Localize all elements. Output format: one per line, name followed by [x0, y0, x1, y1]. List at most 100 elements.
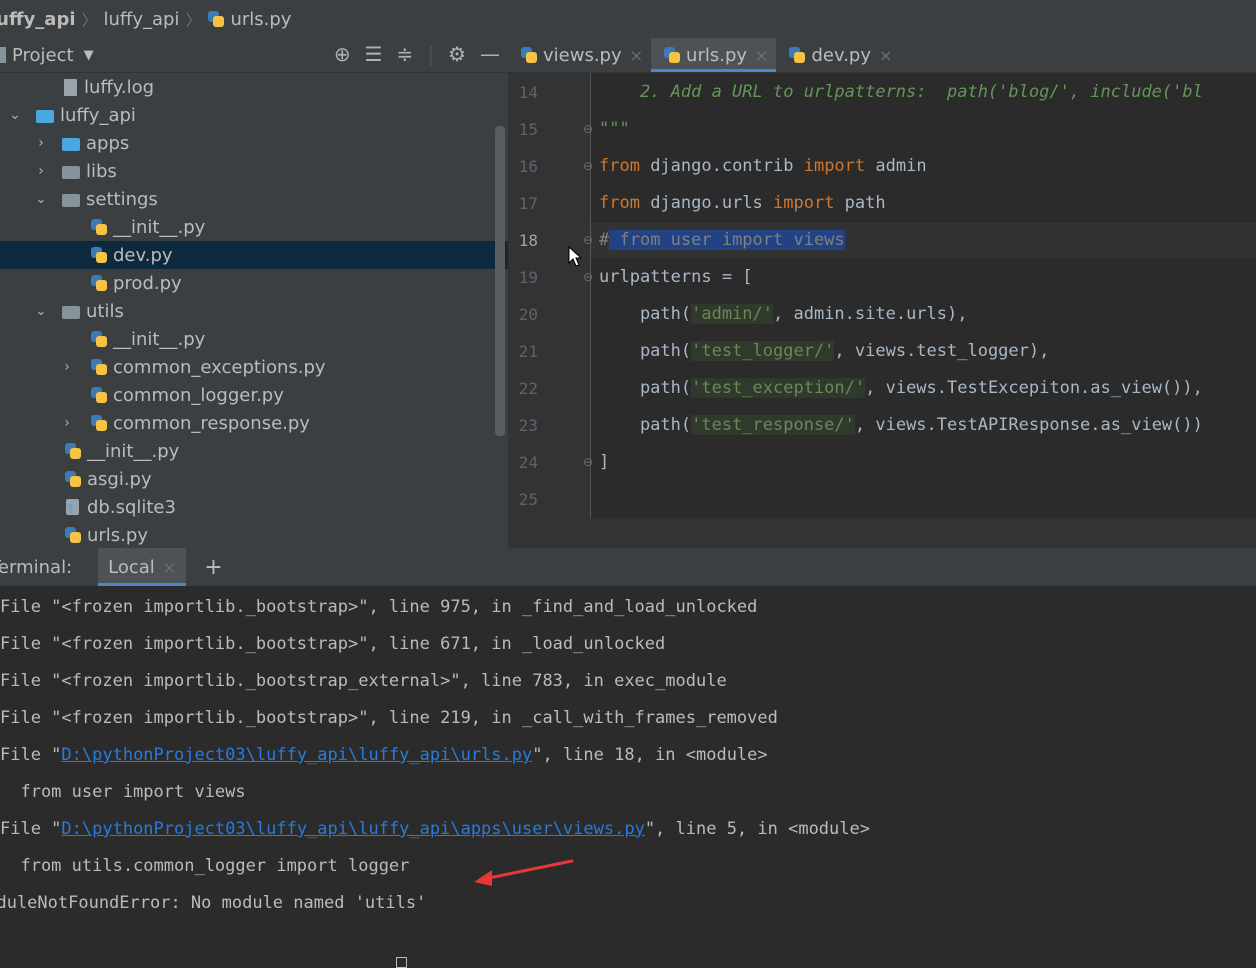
tree-item[interactable]: urls.py [0, 521, 508, 548]
tree-item-label: db.sqlite3 [87, 496, 176, 518]
python-file-icon [90, 330, 108, 348]
terminal-text: ", line 5, in <module> [644, 819, 870, 839]
chevron-right-icon: 〉 [185, 11, 202, 30]
terminal-header: Terminal: Local × + [0, 548, 1256, 586]
tab-label: views.py [543, 44, 622, 66]
code-string: 'admin/' [691, 304, 774, 324]
chevron-down-icon[interactable]: ⌄ [32, 303, 50, 319]
minimize-icon[interactable]: — [480, 42, 500, 66]
gear-icon[interactable]: ⚙ [448, 42, 466, 66]
chevron-down-icon[interactable]: ⌄ [6, 107, 24, 123]
tree-item-label: luffy.log [84, 76, 155, 98]
tree-item[interactable]: ⌄ utils [0, 297, 508, 325]
tree-item-label: luffy_api [60, 104, 136, 126]
tab-views-py[interactable]: views.py × [508, 38, 651, 72]
project-scrollbar[interactable] [495, 126, 505, 436]
breadcrumb-item[interactable]: urls.py [207, 9, 291, 30]
file-path-link[interactable]: D:\pythonProject03\luffy_api\luffy_api\u… [61, 745, 532, 765]
project-icon [0, 47, 6, 63]
file-path-link[interactable]: D:\pythonProject03\luffy_api\luffy_api\a… [61, 819, 644, 839]
tree-item[interactable]: ⌄ luffy_api [0, 101, 508, 129]
fold-marker-icon[interactable]: ⊖ [583, 159, 595, 173]
tab-label: dev.py [811, 44, 872, 66]
line-number: 18 [518, 231, 538, 250]
tree-item[interactable]: ⌄ settings [0, 185, 508, 213]
folder-icon [62, 165, 80, 179]
tree-item[interactable]: __init__.py [0, 325, 508, 353]
tab-urls-py[interactable]: urls.py × [651, 38, 777, 72]
code-comment: # [599, 230, 610, 250]
tree-item[interactable]: luffy.log [0, 73, 508, 101]
expand-all-icon[interactable]: ☰ [365, 42, 383, 66]
chevron-down-icon[interactable]: ⌄ [32, 191, 50, 207]
python-file-icon [90, 218, 108, 236]
terminal-label: Terminal: [0, 556, 73, 578]
tree-item[interactable]: __init__.py [0, 213, 508, 241]
terminal-text: File " [0, 819, 62, 839]
tree-item[interactable]: dev.py [0, 241, 508, 269]
python-file-icon [90, 358, 108, 376]
close-icon[interactable]: × [630, 46, 643, 65]
line-number: 15 [518, 120, 538, 139]
tree-item[interactable]: › common_exceptions.py [0, 353, 508, 381]
code-line: # from user import views [599, 230, 845, 250]
tree-item[interactable]: › common_response.py [0, 409, 508, 437]
code-line: from django.urls import path [599, 193, 886, 213]
tree-item-label: common_logger.py [113, 384, 284, 406]
tree-item[interactable]: prod.py [0, 269, 508, 297]
fold-marker-icon[interactable]: ⊖ [583, 122, 595, 136]
collapse-all-icon[interactable]: ≑ [397, 42, 414, 66]
line-number: 24 [518, 453, 538, 472]
python-file-icon [663, 46, 681, 64]
chevron-right-icon[interactable]: › [32, 163, 50, 179]
code-line: from django.contrib import admin [599, 156, 927, 176]
line-number: 21 [518, 342, 538, 361]
tree-item[interactable]: › libs [0, 157, 508, 185]
project-view-selector[interactable]: Project ▼ [0, 45, 94, 66]
code-keyword: import [803, 156, 866, 176]
python-file-icon [788, 46, 806, 64]
tree-item[interactable]: asgi.py [0, 465, 508, 493]
line-number: 14 [518, 83, 538, 102]
code-line: urlpatterns = [ [599, 267, 753, 287]
project-title: Project [12, 44, 74, 66]
add-terminal-button[interactable]: + [204, 555, 222, 580]
tree-item-label: common_exceptions.py [113, 356, 326, 378]
line-number: 19 [518, 268, 538, 287]
code-text: path [834, 193, 886, 213]
python-file-icon [90, 414, 108, 432]
code-text: path( [599, 304, 692, 324]
breadcrumb-label: urls.py [230, 8, 292, 30]
line-number: 22 [518, 379, 538, 398]
tab-dev-py[interactable]: dev.py × [776, 38, 900, 72]
close-icon[interactable]: × [755, 46, 768, 65]
terminal-text: ", line 18, in <module> [532, 745, 768, 765]
tree-item[interactable]: ? db.sqlite3 [0, 493, 508, 521]
fold-marker-icon[interactable]: ⊖ [583, 270, 595, 284]
code-text: django.urls [639, 193, 774, 213]
tree-item[interactable]: __init__.py [0, 437, 508, 465]
code-text: , views.TestAPIResponse.as_view()) [854, 415, 1203, 435]
breadcrumb-item[interactable]: luffy_api [0, 9, 76, 30]
breadcrumb-label: luffy_api [0, 8, 76, 30]
chevron-right-icon[interactable]: › [58, 415, 76, 431]
breadcrumb-label: luffy_api [103, 8, 180, 30]
close-icon[interactable]: × [879, 46, 892, 65]
chevron-right-icon[interactable]: › [58, 359, 76, 375]
tree-item-label: prod.py [113, 272, 182, 294]
tab-terminal-local[interactable]: Local × [98, 548, 187, 586]
python-file-icon [90, 274, 108, 292]
fold-marker-icon[interactable]: ⊖ [583, 233, 595, 247]
tree-item-label: __init__.py [87, 440, 180, 462]
fold-marker-icon[interactable]: ⊖ [583, 455, 595, 469]
chevron-right-icon[interactable]: › [32, 135, 50, 151]
terminal-line: from utils.common_logger import logger [0, 856, 410, 876]
tree-item[interactable]: common_logger.py [0, 381, 508, 409]
close-icon[interactable]: × [163, 558, 176, 577]
error-line: ModuleNotFoundError: No module named 'ut… [0, 893, 427, 913]
tree-item[interactable]: › apps [0, 129, 508, 157]
terminal-line: File "D:\pythonProject03\luffy_api\luffy… [0, 819, 870, 839]
crosshair-icon[interactable]: ⊕ [334, 42, 351, 66]
code-text: path( [599, 378, 692, 398]
breadcrumb-item[interactable]: luffy_api [104, 9, 180, 30]
